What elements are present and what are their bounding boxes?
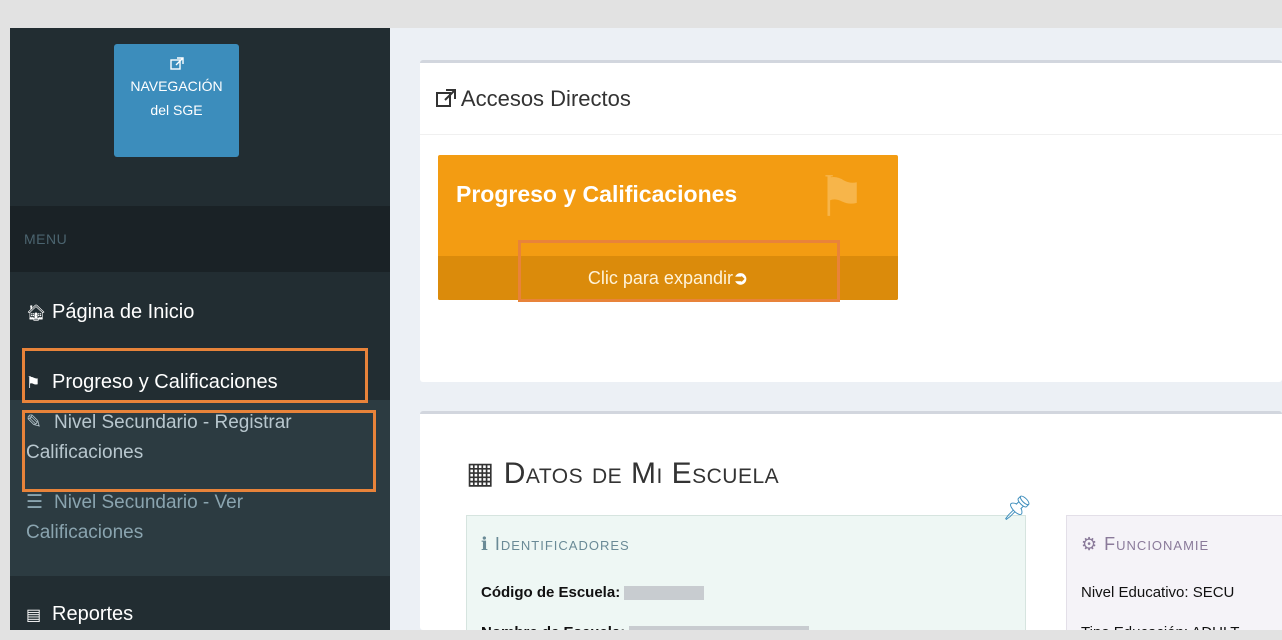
codigo-escuela-label: Código de Escuela: bbox=[481, 584, 621, 601]
file-text-icon: ▤ bbox=[26, 607, 42, 624]
datos-escuela-box: ▦ Datos de Mi Escuela ℹ Identificadores … bbox=[420, 411, 1282, 640]
sidebar-item-label: Página de Inicio bbox=[52, 301, 195, 323]
home-icon: 🏠︎ bbox=[26, 305, 47, 322]
funcionamiento-title: ⚙ Funcionamie bbox=[1081, 534, 1209, 555]
submenu-item-label: Nivel Secundario - Ver bbox=[54, 492, 244, 513]
redacted-value bbox=[624, 586, 705, 601]
sidebar-item-home[interactable]: 🏠︎ Página de Inicio bbox=[10, 294, 390, 330]
tile-title: Progreso y Calificaciones bbox=[456, 181, 738, 207]
identificadores-card: ℹ Identificadores Código de Escuela: Nom… bbox=[466, 515, 1026, 640]
submenu-item-label-2: Calificaciones bbox=[26, 522, 144, 543]
flag-icon: ⚑ bbox=[816, 165, 867, 228]
codigo-escuela-field: Código de Escuela: bbox=[481, 584, 705, 601]
main-content: Accesos Directos Progreso y Calificacion… bbox=[390, 28, 1282, 640]
highlight-progreso bbox=[22, 348, 368, 403]
sge-navigation-button[interactable]: NAVEGACIÓN del SGE bbox=[114, 44, 239, 157]
submenu-item-ver[interactable]: ☰ Nivel Secundario - Ver Calificaciones bbox=[10, 488, 390, 548]
identificadores-title: ℹ Identificadores bbox=[481, 534, 630, 555]
list-icon: ☰ bbox=[26, 492, 44, 513]
external-link-icon bbox=[436, 86, 461, 111]
window-left-frame bbox=[0, 0, 10, 640]
accesos-directos-title: Accesos Directos bbox=[460, 86, 631, 111]
info-icon: ℹ bbox=[481, 534, 489, 554]
highlight-expand bbox=[518, 240, 840, 302]
datos-escuela-title: ▦ Datos de Mi Escuela bbox=[466, 456, 779, 491]
pin-icon: 📌︎ bbox=[1002, 495, 1033, 522]
nivel-educativo-field: Nivel Educativo: SECU bbox=[1081, 584, 1235, 601]
accesos-directos-header: Accesos Directos bbox=[420, 63, 1282, 135]
window-bottom-frame bbox=[0, 630, 1282, 640]
datos-escuela-title-text: Datos de Mi Escuela bbox=[503, 457, 780, 490]
window-top-frame bbox=[0, 0, 1282, 28]
menu-header: MENU bbox=[10, 206, 390, 272]
gears-icon: ⚙ bbox=[1081, 534, 1099, 554]
identificadores-title-text: Identificadores bbox=[494, 534, 630, 554]
funcionamiento-title-text: Funcionamie bbox=[1104, 534, 1210, 554]
sidebar-item-label: Reportes bbox=[52, 603, 134, 625]
accesos-directos-box: Accesos Directos Progreso y Calificacion… bbox=[420, 60, 1282, 382]
funcionamiento-card: ⚙ Funcionamie Nivel Educativo: SECU Tipo… bbox=[1066, 515, 1282, 640]
nav-box-line2: del SGE bbox=[150, 102, 203, 118]
highlight-registrar bbox=[22, 410, 376, 492]
building-icon: ▦ bbox=[466, 457, 495, 490]
sidebar-item-reportes[interactable]: ▤ Reportes bbox=[10, 596, 390, 630]
external-link-icon bbox=[114, 54, 239, 74]
nav-box-line1: NAVEGACIÓN bbox=[130, 78, 223, 94]
sidebar: NAVEGACIÓN del SGE MENU 🏠︎ Página de Inic… bbox=[10, 28, 390, 630]
